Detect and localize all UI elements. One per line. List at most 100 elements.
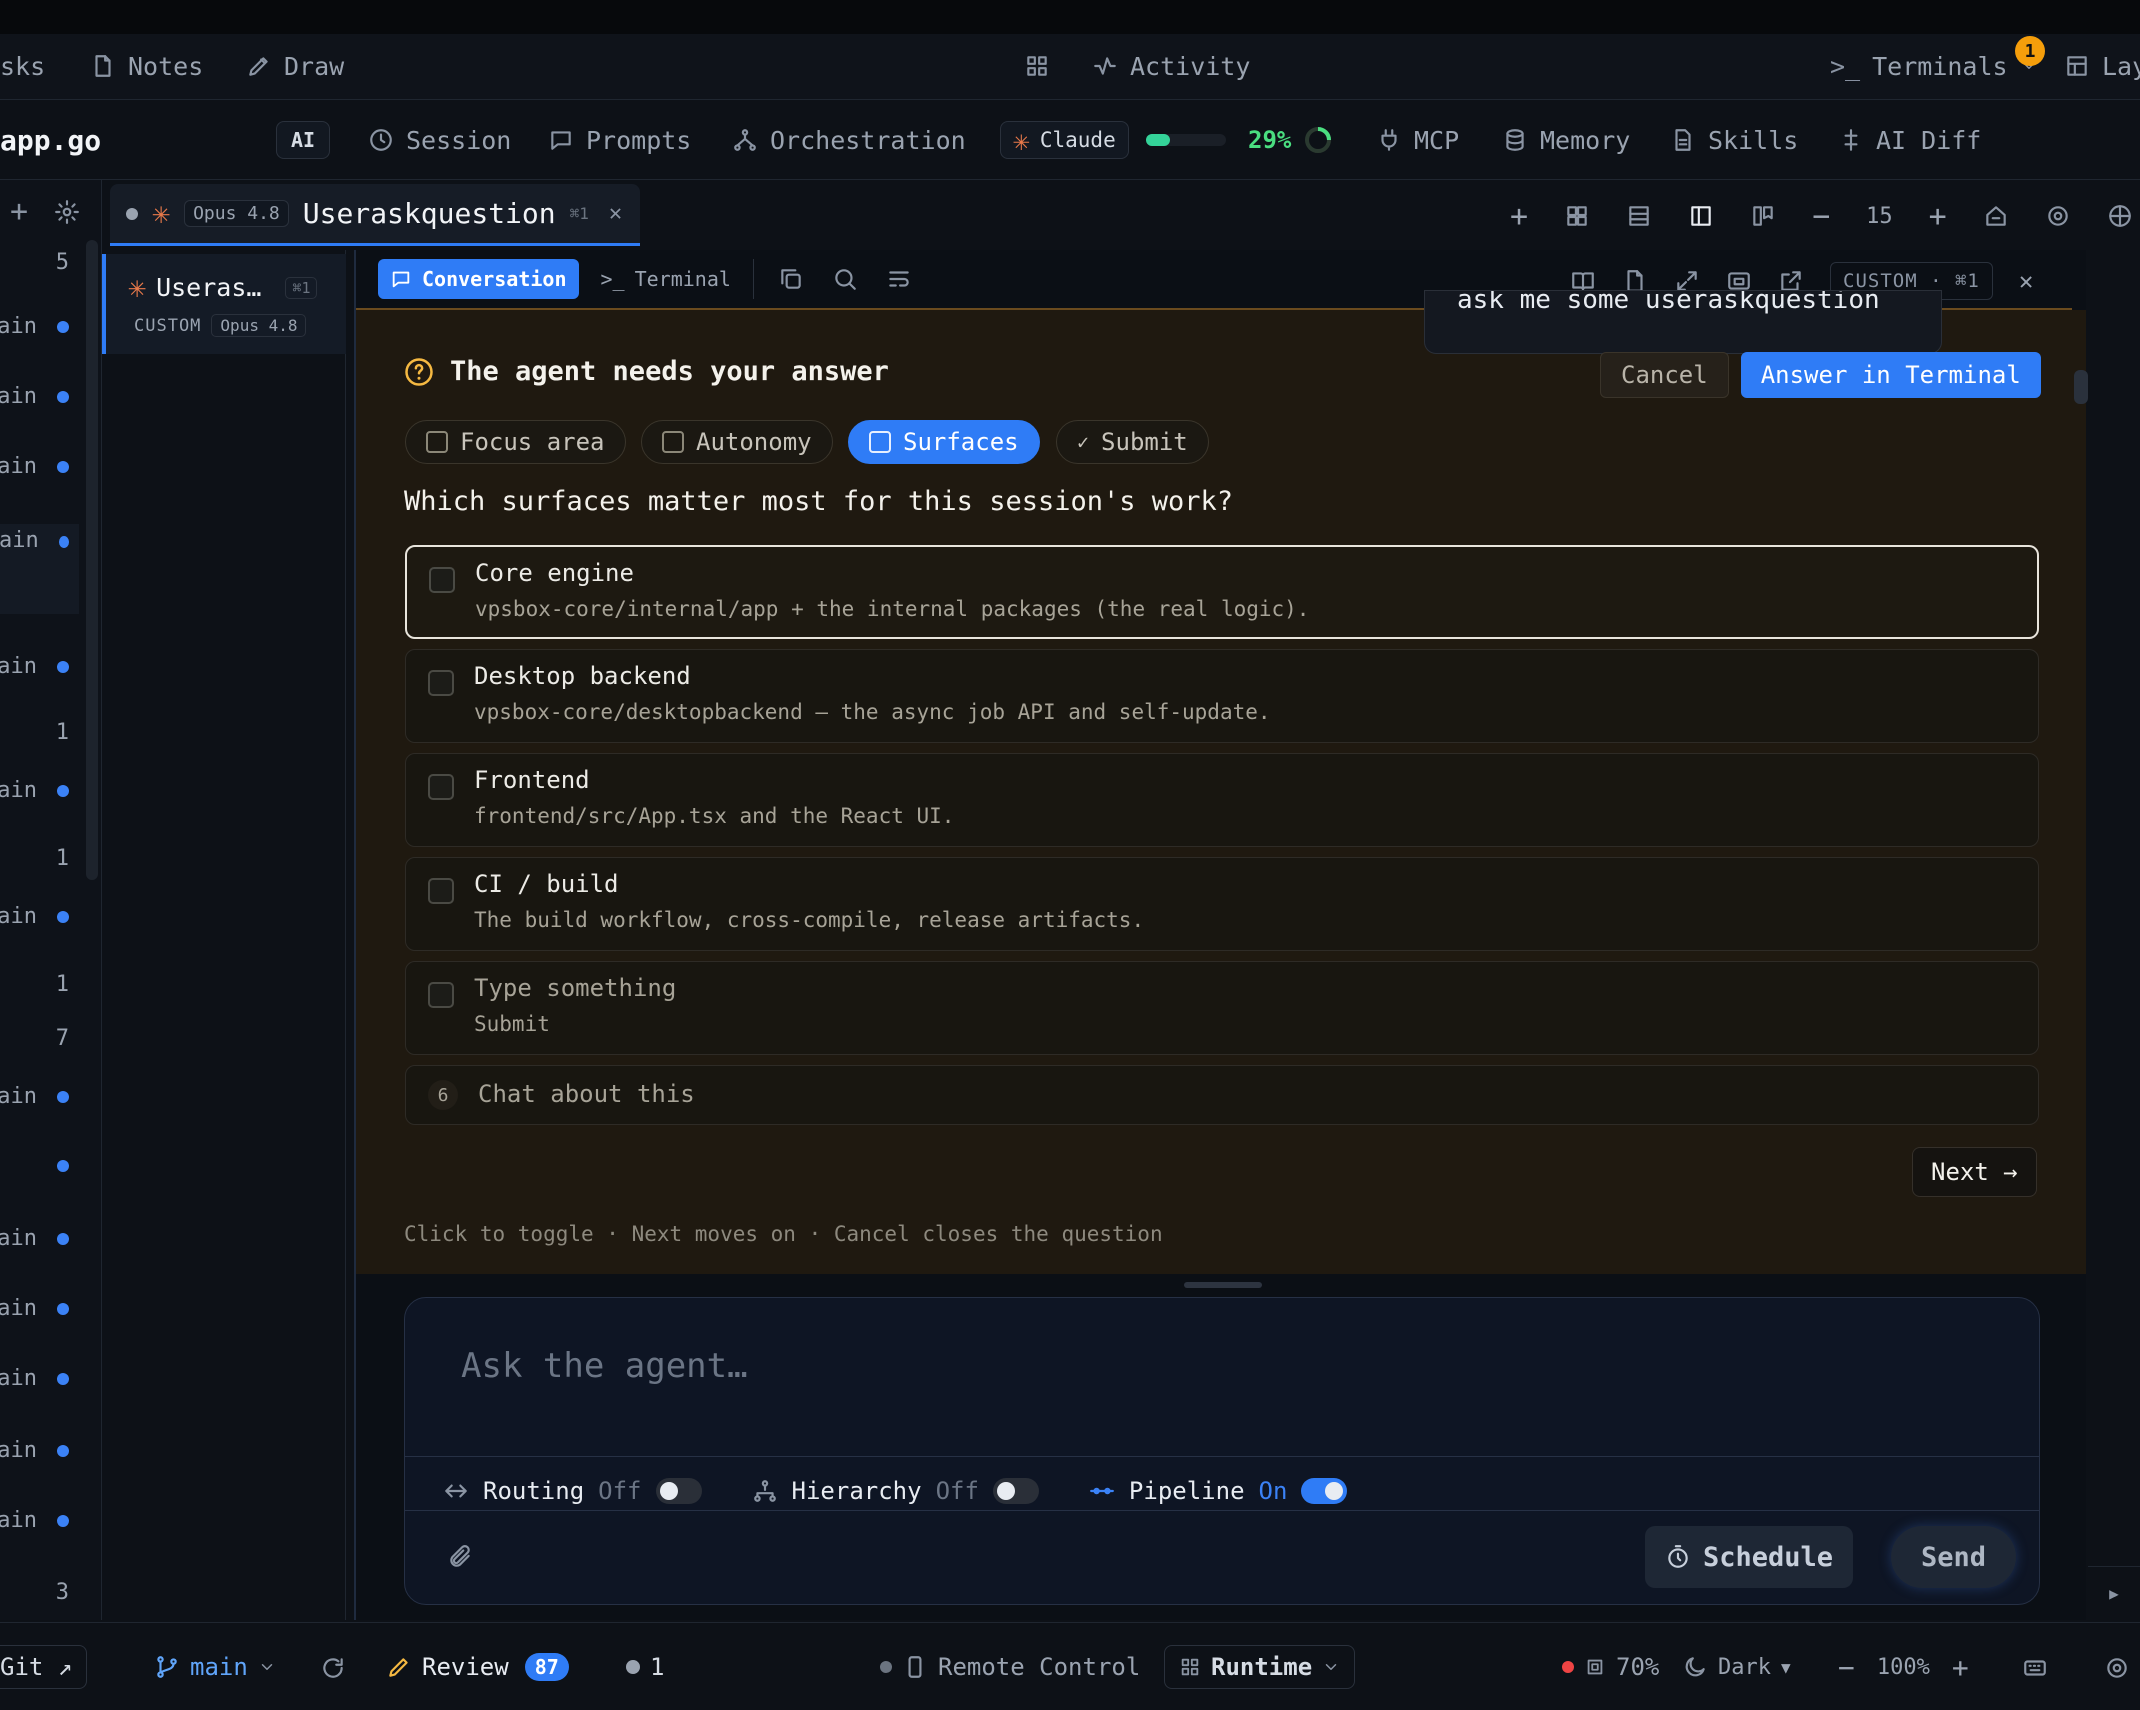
runtime-selector[interactable]: Runtime: [1164, 1645, 1356, 1689]
settings-icon[interactable]: [2104, 1655, 2130, 1681]
strip-row-active[interactable]: ain: [0, 524, 79, 614]
session-tab[interactable]: ✳ Opus 4.8 Useraskquestion ⌘1 ✕: [110, 184, 640, 246]
step-chip-submit[interactable]: ✓ Submit: [1056, 420, 1209, 464]
resize-handle[interactable]: [1184, 1282, 1262, 1288]
paperclip-icon[interactable]: [447, 1544, 473, 1570]
strip-row[interactable]: ain: [0, 654, 69, 679]
settings-icon[interactable]: [2045, 203, 2071, 229]
strip-row[interactable]: ain: [0, 1084, 69, 1109]
option-core-engine[interactable]: Core engine vpsbox-core/internal/app + t…: [405, 545, 2039, 639]
wrap-text-icon[interactable]: [886, 266, 912, 292]
checkbox[interactable]: [429, 567, 455, 593]
search-icon[interactable]: [832, 266, 858, 292]
strip-row[interactable]: ain: [0, 384, 69, 409]
theme-selector[interactable]: Dark ▼: [1682, 1645, 1791, 1689]
skills-button[interactable]: Skills: [1670, 120, 1798, 160]
refresh-icon[interactable]: [320, 1655, 346, 1681]
hierarchy-toggle[interactable]: [992, 1478, 1039, 1504]
claude-model-button[interactable]: ✳ Claude: [1000, 120, 1129, 160]
option-type-something[interactable]: Type something Submit: [405, 961, 2039, 1055]
strip-row[interactable]: ain: [0, 1438, 69, 1463]
option-desktop-backend[interactable]: Desktop backend vpsbox-core/desktopbacke…: [405, 649, 2039, 743]
checkbox[interactable]: [428, 982, 454, 1008]
rows-view-icon[interactable]: [1626, 203, 1652, 229]
strip-row[interactable]: 1: [56, 972, 69, 997]
session-button[interactable]: Session: [368, 120, 511, 160]
review-button[interactable]: Review 87: [386, 1645, 569, 1689]
strip-row[interactable]: ain: [0, 1226, 69, 1251]
cancel-button[interactable]: Cancel: [1600, 352, 1729, 398]
tab-terminal[interactable]: >_ Terminal: [593, 259, 739, 299]
nav-notes[interactable]: Notes: [90, 46, 203, 86]
pipeline-toggle[interactable]: [1301, 1478, 1348, 1504]
send-button[interactable]: Send: [1891, 1526, 2017, 1588]
grid-view-icon[interactable]: [1564, 203, 1590, 229]
plus-icon[interactable]: +: [10, 194, 28, 229]
tab-conversation[interactable]: Conversation: [378, 259, 579, 299]
apps-grid-button[interactable]: [1024, 46, 1050, 86]
checkbox[interactable]: [428, 878, 454, 904]
orchestration-label: Orchestration: [770, 125, 966, 155]
remote-control-button[interactable]: Remote Control: [880, 1645, 1140, 1689]
board-view-icon[interactable]: [1750, 203, 1776, 229]
strip-row[interactable]: ain: [0, 1508, 69, 1533]
strip-row[interactable]: 1: [56, 846, 69, 871]
globe-icon[interactable]: [2107, 203, 2133, 229]
answer-in-terminal-button[interactable]: Answer in Terminal: [1740, 352, 2041, 398]
git-button[interactable]: Git ↗: [0, 1645, 88, 1689]
nav-tasks[interactable]: sks: [0, 46, 45, 86]
keyboard-icon[interactable]: [2022, 1655, 2048, 1681]
schedule-button[interactable]: Schedule: [1645, 1526, 1854, 1588]
step-chip-surfaces[interactable]: Surfaces: [848, 420, 1040, 464]
zoom-in-icon[interactable]: +: [1929, 199, 1947, 234]
chat-about-this[interactable]: 6 Chat about this: [405, 1065, 2039, 1125]
option-frontend[interactable]: Frontend frontend/src/App.tsx and the Re…: [405, 753, 2039, 847]
zoom-in-icon[interactable]: +: [1952, 1651, 1969, 1684]
columns-view-icon[interactable]: [1688, 203, 1714, 229]
nav-draw[interactable]: Draw: [246, 46, 344, 86]
strip-row[interactable]: ain: [0, 778, 69, 803]
composer-input[interactable]: Ask the agent…: [461, 1346, 748, 1386]
strip-row[interactable]: ain: [0, 904, 69, 929]
step-chip-autonomy[interactable]: Autonomy: [641, 420, 833, 464]
checkbox[interactable]: [428, 774, 454, 800]
checkbox[interactable]: [428, 670, 454, 696]
step-chip-focus-area[interactable]: Focus area: [405, 420, 626, 464]
orchestration-button[interactable]: Orchestration: [732, 120, 966, 160]
panel-scrollbar[interactable]: [2074, 370, 2088, 404]
zoom-out-icon[interactable]: −: [1812, 199, 1830, 234]
close-tab-icon[interactable]: ✕: [609, 201, 622, 226]
strip-row[interactable]: 5: [56, 250, 69, 275]
strip-row[interactable]: ain: [0, 454, 69, 479]
option-ci-build[interactable]: CI / build The build workflow, cross-com…: [405, 857, 2039, 951]
strip-row[interactable]: 1: [56, 720, 69, 745]
zoom-out-icon[interactable]: −: [1838, 1651, 1855, 1684]
strip-row[interactable]: ain: [0, 1366, 69, 1391]
close-panel-icon[interactable]: ✕: [2019, 267, 2033, 295]
nav-activity[interactable]: Activity: [1092, 46, 1250, 86]
strip-row[interactable]: ain: [0, 1296, 69, 1321]
nav-layout[interactable]: Lay: [2064, 46, 2140, 86]
ai-button[interactable]: AI: [276, 120, 331, 160]
strip-scrollbar[interactable]: [86, 240, 98, 880]
nav-terminals[interactable]: >_ Terminals: [1830, 46, 2038, 86]
memory-button[interactable]: Memory: [1502, 120, 1630, 160]
prompts-button[interactable]: Prompts: [548, 120, 691, 160]
routing-toggle[interactable]: [655, 1478, 702, 1504]
ai-diff-button[interactable]: AI Diff: [1838, 120, 1981, 160]
session-card[interactable]: ✳ Useras… ⌘1 CUSTOM Opus 4.8: [102, 254, 346, 354]
strip-row[interactable]: 7: [56, 1026, 69, 1051]
copy-icon[interactable]: [778, 266, 804, 292]
issues-indicator[interactable]: 1: [626, 1645, 664, 1689]
next-button[interactable]: Next →: [1912, 1147, 2037, 1197]
strip-row[interactable]: ain: [0, 314, 69, 339]
cpu-indicator: 70%: [1562, 1645, 1659, 1689]
gear-icon[interactable]: [54, 199, 80, 225]
home-icon[interactable]: [1983, 203, 2009, 229]
branch-selector[interactable]: main: [154, 1645, 276, 1689]
add-pane-icon[interactable]: +: [1510, 199, 1528, 234]
collapse-right-icon[interactable]: ▶: [2088, 1566, 2140, 1620]
mcp-button[interactable]: MCP: [1376, 120, 1459, 160]
strip-row[interactable]: 3: [56, 1580, 69, 1605]
strip-row[interactable]: [37, 1160, 69, 1172]
